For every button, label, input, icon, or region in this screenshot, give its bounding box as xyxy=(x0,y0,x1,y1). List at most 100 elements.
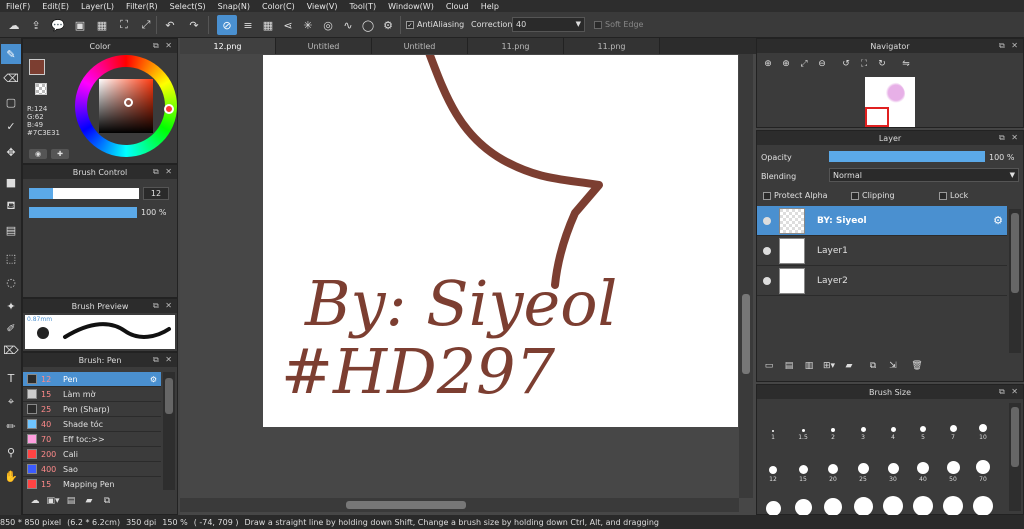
horizontal-scrollbar[interactable] xyxy=(180,498,739,512)
new-8bit-layer-icon[interactable]: ▥ xyxy=(801,359,817,373)
zoom-out-icon[interactable]: ⊖ xyxy=(814,57,830,71)
document-tab[interactable]: 12.png xyxy=(180,38,276,54)
antialiasing-checkbox[interactable]: ✓ xyxy=(406,20,414,29)
scroll-thumb[interactable] xyxy=(1011,213,1019,293)
menu-item[interactable]: Snap(N) xyxy=(212,2,256,11)
scroll-thumb[interactable] xyxy=(165,378,173,414)
brush-list-item[interactable]: 400 Sao xyxy=(23,462,161,477)
curve-snap-icon[interactable]: ∿ xyxy=(338,15,358,35)
clipping-checkbox[interactable] xyxy=(851,191,859,200)
brush-size-option[interactable]: 70 xyxy=(969,441,997,483)
ellipse-snap-icon[interactable]: ◯ xyxy=(358,15,378,35)
visibility-icon[interactable] xyxy=(763,246,771,255)
brush-size-option[interactable]: 5 xyxy=(909,399,937,441)
brush-size-option[interactable]: 50 xyxy=(939,441,967,483)
vertical-scroll-thumb[interactable] xyxy=(742,294,750,374)
brush-list-scrollbar[interactable] xyxy=(163,372,175,490)
scroll-thumb[interactable] xyxy=(1011,407,1019,467)
select-dotted-icon[interactable]: ⬚ xyxy=(1,248,21,268)
layer-row[interactable]: BY: Siyeol ⚙ xyxy=(757,206,1007,236)
settings-snap-icon[interactable]: ⚙ xyxy=(378,15,398,35)
layer-settings-icon[interactable]: ⚙ xyxy=(993,214,1003,227)
layer-list-scrollbar[interactable] xyxy=(1009,209,1021,353)
clipping-toggle[interactable]: Clipping xyxy=(851,191,895,200)
saturation-cursor[interactable] xyxy=(124,98,133,107)
document-tab[interactable]: 11.png xyxy=(564,38,660,54)
horizontal-scroll-thumb[interactable] xyxy=(346,501,466,509)
fit-icon[interactable]: ⤢ xyxy=(136,15,156,35)
color-wheel[interactable] xyxy=(75,55,177,157)
brush-list-item[interactable]: 70 Eff toc:>> xyxy=(23,432,161,447)
brush-size-slider[interactable] xyxy=(29,188,139,199)
deselect-icon[interactable]: ⛶ xyxy=(114,15,134,35)
brush-size-value[interactable]: 12 xyxy=(143,187,169,200)
image-icon[interactable]: ▣ xyxy=(70,15,90,35)
brush-list-item[interactable]: 15 Mapping Pen xyxy=(23,477,161,490)
menu-item[interactable]: Edit(E) xyxy=(36,2,75,11)
brush-new-icon[interactable]: ▤ xyxy=(63,494,79,508)
brush-size-option[interactable]: 10 xyxy=(969,399,997,441)
lock-toggle[interactable]: Lock xyxy=(939,191,968,200)
brush-size-option[interactable]: 1.5 xyxy=(789,399,817,441)
menu-item[interactable]: Tool(T) xyxy=(343,2,382,11)
delete-layer-icon[interactable]: 🗑 xyxy=(909,359,925,373)
brush-size-option[interactable]: 2 xyxy=(819,399,847,441)
magic-wand-icon[interactable]: ✦ xyxy=(1,296,21,316)
lock-checkbox[interactable] xyxy=(939,191,947,200)
navigator-viewport[interactable] xyxy=(865,107,889,127)
brush-icon[interactable]: ✎ xyxy=(1,44,21,64)
select-eraser-icon[interactable]: ⌦ xyxy=(1,340,21,360)
brush-size-option[interactable]: 30 xyxy=(879,441,907,483)
color-picker-button[interactable]: ✚ xyxy=(51,149,69,159)
vanishing-snap-icon[interactable]: ⋖ xyxy=(278,15,298,35)
lasso-check-icon[interactable]: ✓ xyxy=(1,116,21,136)
brush-size-option[interactable]: 40 xyxy=(909,441,937,483)
rotate-right-icon[interactable]: ↻ xyxy=(874,57,890,71)
parallel-snap-icon[interactable]: ≡ xyxy=(238,15,258,35)
brush-size-option[interactable]: 3 xyxy=(849,399,877,441)
radial-snap-icon[interactable]: ✳ xyxy=(298,15,318,35)
menu-item[interactable]: Select(S) xyxy=(164,2,212,11)
brush-folder-add-icon[interactable]: ▣▾ xyxy=(45,494,61,508)
visibility-icon[interactable] xyxy=(763,276,771,285)
blending-select[interactable]: Normal ▼ xyxy=(829,168,1019,182)
add-layer-menu-icon[interactable]: ⊞▾ xyxy=(821,359,837,373)
hue-cursor[interactable] xyxy=(164,104,174,114)
bucket-icon[interactable]: ⛾ xyxy=(1,196,21,216)
brush-list-item[interactable]: 40 Shade tóc xyxy=(23,417,161,432)
ruler-icon[interactable]: ✏ xyxy=(1,416,21,436)
brush-size-option[interactable]: 15 xyxy=(789,441,817,483)
cloud-icon[interactable]: ☁ xyxy=(4,15,24,35)
secondary-color-swatch[interactable] xyxy=(35,83,47,95)
menu-item[interactable]: Filter(R) xyxy=(120,2,164,11)
merge-layer-icon[interactable]: ⇲ xyxy=(885,359,901,373)
antialiasing-toggle[interactable]: ✓ AntiAliasing xyxy=(406,20,464,29)
move-icon[interactable]: ✥ xyxy=(1,142,21,162)
panel-window-icons[interactable]: ⧉ ✕ xyxy=(153,41,174,51)
speech-bubble-icon[interactable]: 💬 xyxy=(48,15,68,35)
brush-size-option[interactable]: 7 xyxy=(939,399,967,441)
menu-item[interactable]: Layer(L) xyxy=(75,2,120,11)
brush-list-item[interactable]: 200 Cali xyxy=(23,447,161,462)
brush-settings-icon[interactable]: ⚙ xyxy=(150,375,157,384)
menu-item[interactable]: Help xyxy=(475,2,505,11)
document-tab[interactable]: Untitled xyxy=(372,38,468,54)
brush-folder-icon[interactable]: ▰ xyxy=(81,494,97,508)
document-tab[interactable]: 11.png xyxy=(468,38,564,54)
panel-window-icons[interactable]: ⧉ ✕ xyxy=(153,167,174,177)
fill-rect-icon[interactable]: ■ xyxy=(1,172,21,192)
eraser-icon[interactable]: ⌫ xyxy=(1,68,21,88)
soft-edge-toggle[interactable]: Soft Edge xyxy=(594,20,643,29)
rotate-left-icon[interactable]: ↺ xyxy=(838,57,854,71)
zoom-in-icon[interactable]: ⊕ xyxy=(760,57,776,71)
brush-list-item[interactable]: 12 Pen ⚙ xyxy=(23,372,161,387)
duplicate-layer-icon[interactable]: ⧉ xyxy=(865,359,881,373)
menu-item[interactable]: View(V) xyxy=(301,2,344,11)
snap-off-icon[interactable]: ⊘ xyxy=(217,15,237,35)
visibility-icon[interactable] xyxy=(763,216,771,225)
primary-color-swatch[interactable] xyxy=(29,59,45,75)
brush-list-item[interactable]: 15 Làm mờ xyxy=(23,387,161,402)
brush-duplicate-icon[interactable]: ⧉ xyxy=(99,494,115,508)
gradient-icon[interactable]: ▤ xyxy=(1,220,21,240)
menu-item[interactable]: Cloud xyxy=(440,2,475,11)
